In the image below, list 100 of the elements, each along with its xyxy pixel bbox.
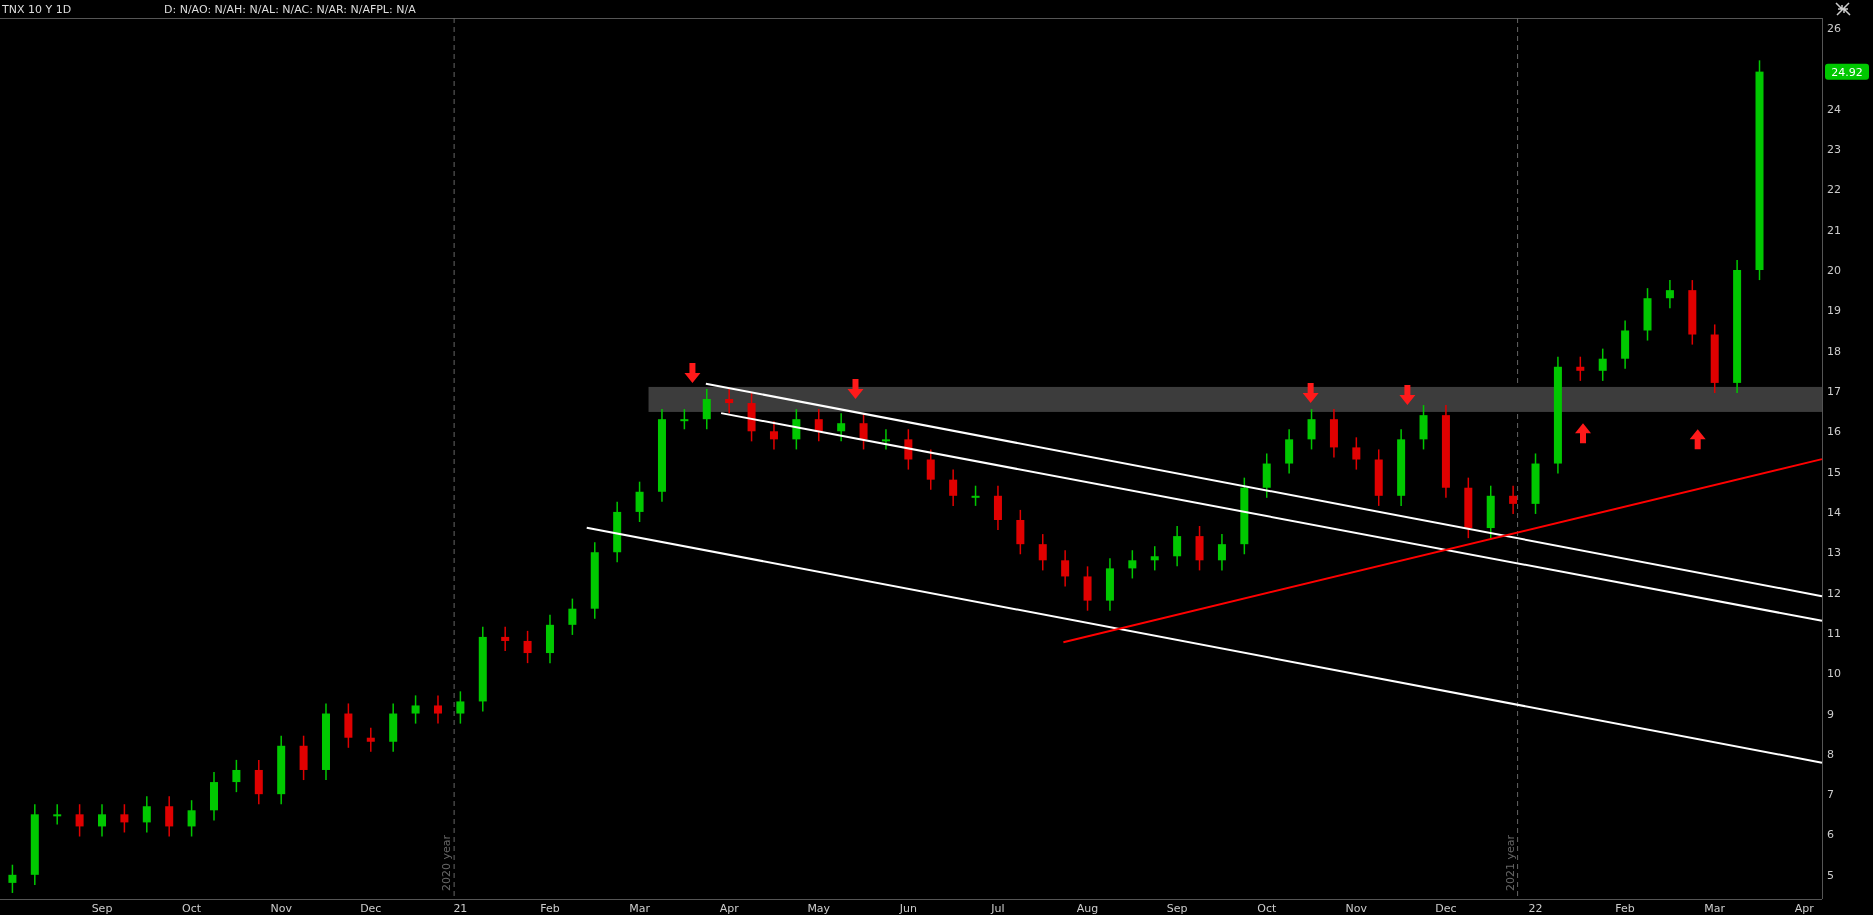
- candle: [1643, 287, 1652, 342]
- candle: [904, 428, 913, 471]
- candle: [1419, 404, 1428, 451]
- candle: [232, 759, 241, 793]
- collapse-arrows-icon[interactable]: [1835, 2, 1851, 16]
- candle: [1665, 279, 1674, 310]
- axis-tick-label: 22: [1528, 902, 1543, 915]
- candle: [1531, 452, 1540, 515]
- candle: [680, 408, 689, 430]
- candle: [142, 795, 151, 834]
- candle: [1061, 549, 1070, 588]
- candle: [75, 803, 84, 838]
- axis-tick-label: Nov: [1345, 902, 1368, 915]
- axis-tick-label: 8: [1827, 747, 1834, 761]
- candle: [1262, 452, 1271, 499]
- candle: [837, 412, 846, 443]
- axis-tick-label: 7: [1827, 788, 1834, 802]
- axis-tick-label: 19: [1827, 304, 1841, 318]
- down-arrow-icon: [1302, 383, 1319, 404]
- axis-tick-label: 5: [1827, 868, 1834, 882]
- axis-tick-label: Feb: [1615, 902, 1635, 915]
- axis-tick-label: 20: [1827, 264, 1841, 277]
- symbol-label: TNX 10 Y 1D: [2, 2, 73, 16]
- axis-tick-label: 15: [1827, 465, 1841, 479]
- axis-tick-label: 23: [1827, 143, 1841, 157]
- year-label: 2020 year: [440, 834, 454, 891]
- axis-tick-label: Apr: [719, 902, 739, 915]
- candle: [254, 759, 263, 805]
- axis-tick-label: 16: [1827, 425, 1841, 439]
- resistance-zone[interactable]: [648, 386, 1822, 412]
- candle: [568, 597, 577, 636]
- candle: [389, 702, 398, 753]
- candle: [1307, 408, 1316, 451]
- axis-tick-label: Oct: [1257, 902, 1277, 915]
- axis-tick-label: Jul: [991, 902, 1005, 915]
- candle: [277, 734, 286, 805]
- candle: [120, 803, 129, 834]
- axis-tick-label: Feb: [540, 902, 560, 915]
- candle: [1038, 533, 1047, 572]
- candle: [165, 795, 174, 838]
- axis-tick-label: Mar: [629, 902, 650, 915]
- candle: [299, 734, 308, 781]
- candle: [725, 388, 734, 414]
- candle: [635, 480, 644, 523]
- candle: [1464, 476, 1473, 539]
- candle: [859, 412, 868, 451]
- axis-tick-label: 18: [1827, 344, 1841, 358]
- candle: [613, 501, 622, 564]
- candle: [8, 864, 17, 894]
- axis-tick-label: 26: [1827, 22, 1841, 36]
- candle: [1710, 323, 1719, 394]
- axis-tick-label: Apr: [1794, 902, 1814, 915]
- axis-tick-label: Sep: [1166, 902, 1188, 915]
- down-arrow-icon: [847, 379, 864, 400]
- candle: [949, 468, 958, 507]
- candle: [1352, 436, 1361, 471]
- candle: [1486, 484, 1495, 539]
- candle: [1285, 428, 1294, 475]
- candle: [1329, 408, 1338, 459]
- up-arrow-icon: [1575, 423, 1591, 444]
- down-arrow-icon: [1399, 385, 1416, 406]
- candle: [523, 630, 532, 664]
- candle: [1105, 557, 1114, 612]
- candle: [881, 428, 890, 451]
- candle: [546, 614, 554, 664]
- candle: [1374, 448, 1383, 507]
- candle: [1195, 525, 1204, 572]
- candle: [1576, 355, 1585, 382]
- axis-tick-label: May: [807, 902, 831, 915]
- candle: [702, 388, 711, 430]
- candle: [210, 771, 218, 822]
- candle: [926, 448, 935, 491]
- price-readout: D: N/AO: N/AH: N/AL: N/AC: N/AR: N/AFPL: N/A: [164, 2, 417, 16]
- axis-tick-label: 22: [1827, 183, 1841, 197]
- axis-tick-label: 9: [1827, 707, 1834, 721]
- candle: [1173, 525, 1182, 568]
- candle: [1128, 549, 1137, 580]
- candle: [53, 803, 62, 826]
- candle: [1150, 545, 1159, 572]
- axis-tick-label: 21: [1827, 223, 1841, 237]
- axis-tick-label: 10: [1827, 667, 1841, 681]
- axis-tick-label: 11: [1827, 626, 1841, 640]
- candle: [792, 408, 801, 451]
- axis-tick-label: 6: [1827, 828, 1834, 842]
- axis-tick-label: 14: [1827, 505, 1841, 519]
- candle: [187, 799, 196, 838]
- candle: [98, 803, 106, 838]
- last-price-badge: 24.92: [1825, 63, 1869, 80]
- axis-tick-label: Sep: [91, 902, 113, 915]
- candle: [971, 484, 980, 507]
- axis-tick-label: 13: [1827, 546, 1841, 560]
- axis-tick-label: 21: [453, 902, 468, 915]
- axis-tick-label: Oct: [182, 902, 202, 915]
- candle: [1598, 347, 1607, 382]
- down-arrow-icon: [684, 362, 701, 383]
- candle: [411, 694, 420, 725]
- candle: [993, 484, 1002, 531]
- axis-tick-label: Dec: [360, 902, 382, 915]
- axis-tick-label: Aug: [1076, 902, 1099, 915]
- trend-line[interactable]: [1062, 458, 1823, 644]
